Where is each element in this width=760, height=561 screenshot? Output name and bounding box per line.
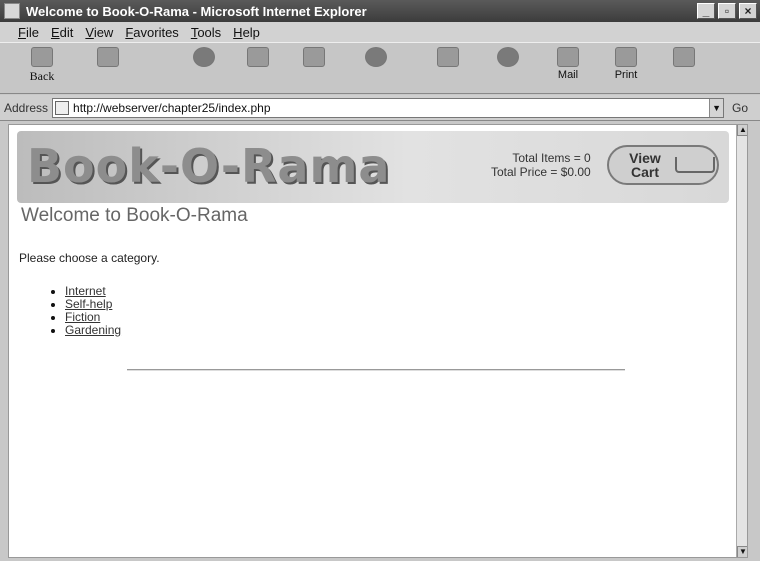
back-button[interactable]: Back (14, 47, 70, 93)
menu-favorites[interactable]: Favorites (125, 25, 178, 40)
home-icon (303, 47, 325, 67)
toolbar: Back Mail Print (0, 42, 760, 94)
horizontal-rule (127, 369, 625, 371)
address-url: http://webserver/chapter25/index.php (73, 100, 271, 115)
forward-button[interactable] (80, 47, 136, 93)
address-field[interactable]: http://webserver/chapter25/index.php ▼ (52, 97, 725, 118)
stop-button[interactable] (176, 47, 232, 93)
vertical-scrollbar[interactable]: ▲ ▼ (736, 125, 747, 557)
category-list: Internet Self-help Fiction Gardening (47, 285, 121, 337)
history-button[interactable] (480, 47, 536, 93)
search-button[interactable] (348, 47, 404, 93)
address-dropdown-icon[interactable]: ▼ (709, 98, 724, 117)
menu-bar: File Edit View Favorites Tools Help (0, 22, 760, 42)
print-icon (615, 47, 637, 67)
favorites-icon (437, 47, 459, 67)
category-prompt: Please choose a category. (19, 251, 160, 265)
menu-edit[interactable]: Edit (51, 25, 73, 40)
title-bar: Welcome to Book-O-Rama - Microsoft Inter… (0, 0, 760, 22)
print-label: Print (614, 69, 638, 81)
mail-icon (557, 47, 579, 67)
back-label: Back (29, 69, 55, 83)
go-button[interactable]: Go (732, 101, 748, 115)
minimize-button[interactable]: _ (697, 3, 715, 19)
address-label: Address (4, 100, 49, 115)
view-cart-button[interactable]: View Cart (607, 145, 719, 185)
home-button[interactable] (286, 47, 342, 93)
total-price: Total Price = $0.00 (491, 165, 591, 179)
menu-view[interactable]: View (85, 25, 113, 40)
view-cart-label: View Cart (629, 150, 661, 180)
edit-button[interactable] (656, 47, 712, 93)
category-link-internet[interactable]: Internet (65, 284, 106, 298)
history-icon (497, 47, 519, 67)
total-items: Total Items = 0 (512, 151, 591, 165)
back-arrow-icon (31, 47, 53, 67)
page-icon (55, 100, 70, 115)
scroll-down-icon[interactable]: ▼ (737, 546, 747, 557)
stop-icon (193, 47, 215, 67)
ie-icon (4, 3, 20, 19)
category-link-fiction[interactable]: Fiction (65, 310, 100, 324)
forward-arrow-icon (97, 47, 119, 67)
scroll-up-icon[interactable]: ▲ (737, 125, 747, 136)
cart-totals: Total Items = 0 Total Price = $0.00 (491, 151, 591, 179)
menu-file[interactable]: File (18, 25, 39, 40)
menu-help[interactable]: Help (233, 25, 260, 40)
favorites-button[interactable] (420, 47, 476, 93)
maximize-button[interactable]: ▫ (718, 3, 736, 19)
edit-icon (673, 47, 695, 67)
search-icon (365, 47, 387, 67)
address-bar: Address http://webserver/chapter25/index… (0, 95, 760, 121)
category-link-self-help[interactable]: Self-help (65, 297, 112, 311)
refresh-icon (247, 47, 269, 67)
site-logo: Book-O-Rama (27, 139, 391, 193)
category-link-gardening[interactable]: Gardening (65, 323, 121, 337)
refresh-button[interactable] (230, 47, 286, 93)
menu-tools[interactable]: Tools (191, 25, 221, 40)
page-content: Book-O-Rama Total Items = 0 Total Price … (8, 124, 748, 558)
site-banner: Book-O-Rama Total Items = 0 Total Price … (17, 131, 729, 203)
mail-button[interactable]: Mail (540, 47, 596, 93)
mail-label: Mail (557, 69, 579, 81)
cart-icon (675, 157, 715, 173)
page-title: Welcome to Book-O-Rama (21, 205, 248, 226)
print-button[interactable]: Print (598, 47, 654, 93)
list-item: Gardening (65, 324, 121, 337)
close-button[interactable]: × (739, 3, 757, 19)
window-title: Welcome to Book-O-Rama - Microsoft Inter… (26, 3, 367, 19)
